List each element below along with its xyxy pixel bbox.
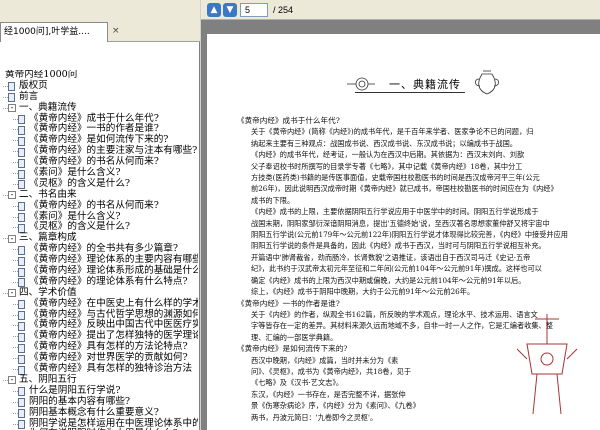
body-paragraph: 《内经》的成书年代，经考证，一般认为在西汉中后期。其依据为：西汉末刘向、刘歆	[251, 150, 525, 160]
body-paragraph: 《内经》成书的上限，主要依据阴阳五行学说应用于中医学中的时间。阴阳五行学说形成于	[251, 207, 539, 217]
page-icon	[18, 158, 25, 168]
page-icon	[18, 136, 25, 146]
collapse-toggle-icon[interactable]: -	[8, 234, 16, 243]
body-paragraph: 确定《内经》成书的上限为西汉中期或偏晚，大约是公元前104年～公元前91年以后。	[251, 275, 526, 285]
collapse-toggle-icon[interactable]: -	[8, 191, 16, 200]
page-icon	[18, 343, 25, 353]
body-paragraph: 纪》，此书约于汉武帝太初元年至征和二年间(公元前104年～公元前91年)撰成。这…	[251, 264, 542, 274]
page-icon	[18, 300, 25, 310]
bookmark-label: 《黄帝内经》的书名从何而来?	[29, 199, 159, 211]
bookmark-pane: 经1000问],叶学益.... × 黄帝内经1000问 版权页 前言 - 一、典籍流传《…	[0, 0, 200, 430]
bookmark-label: 《黄帝内经》在中医史上有什么样的学术	[29, 297, 198, 309]
page-icon	[18, 409, 25, 419]
arrow-up-icon[interactable]: ▲	[207, 3, 221, 17]
page-icon	[18, 147, 25, 157]
document-viewer[interactable]: 一、典籍流传 《黄帝内经》成书于什么年代? 关于《黄帝内经》(简称《内经》)的成书…	[201, 20, 600, 430]
bookmark-label: 一、典籍流传	[19, 101, 77, 113]
page-icon	[18, 256, 25, 266]
body-paragraph: 开篇语中'肺肾裁省，劲而肠冷，长肾数貌'之语推证，该语出自于西汉司马迁《史记·五…	[251, 252, 531, 262]
body-paragraph: 战国末期，阴阳家邹衍深谙阴阳消息，提出'五德终始'说，至西汉著名思想家董仲舒又将…	[251, 218, 550, 228]
page-icon	[8, 93, 15, 103]
section-banner-ornament	[347, 70, 500, 95]
page-icon	[18, 311, 25, 321]
page-icon	[8, 82, 15, 92]
page-icon	[18, 125, 25, 135]
bookmark-item[interactable]: 《黄帝内经》的书名从何而来?	[0, 199, 198, 212]
page-icon	[18, 420, 25, 429]
body-paragraph: 纳起来主要有三种观点：战国成书说、西汉成书说、东汉成书说；以编成书于战国。	[251, 138, 517, 148]
bookmark-item[interactable]: 阴阳基本概念有什么重要意义?	[0, 406, 198, 419]
bookmark-label: 阴阳的基本内容有哪些?	[29, 395, 131, 407]
page-icon	[18, 202, 25, 212]
page-icon	[18, 115, 25, 125]
page-icon	[18, 267, 25, 277]
page-icon	[18, 213, 25, 223]
page-icon	[18, 321, 25, 331]
bookmark-item[interactable]: 阴阳的基本内容有哪些?	[0, 395, 198, 408]
bookmark-chapter[interactable]: - 一、典籍流传	[0, 101, 198, 114]
toolbar: ▲ ▼ 5 / 254	[201, 0, 600, 20]
section-title-underline	[355, 92, 465, 93]
tab-document[interactable]: 经1000问],叶学益....	[0, 22, 108, 42]
body-paragraph: 阴阳五行学说(公元前179年～公元前122年)阴阳五行学说才体现得比较完善，《内…	[251, 230, 568, 240]
body-paragraph: 前26年)，因此说明西汉成帝时期《黄帝内经》就已成书，帝国柱校勘医书的时间应在为…	[251, 184, 558, 194]
page-total: / 254	[273, 5, 294, 15]
body-paragraph: 关于《黄帝内经》(简称《内经》)的成书年代，是千百年来学者、医家争论不已的问题，…	[251, 127, 534, 137]
page-icon	[18, 387, 25, 397]
bookmark-item[interactable]: 《黄帝内经》在中医史上有什么样的学术	[0, 297, 198, 310]
collapse-toggle-icon[interactable]: -	[8, 376, 16, 385]
bookmark-label: 阴阳基本概念有什么重要意义?	[29, 406, 159, 418]
collapse-toggle-icon[interactable]: -	[8, 104, 16, 113]
document-page: 一、典籍流传 《黄帝内经》成书于什么年代? 关于《黄帝内经》(简称《内经》)的成书…	[207, 34, 600, 430]
tab-bar: 经1000问],叶学益.... ×	[0, 0, 200, 42]
body-paragraph: 综上，《内经》成书于阴阳中晚期，大约于公元前91年～公元前26年。	[251, 287, 475, 297]
page-icon	[18, 169, 25, 179]
bookmark-tree: 黄帝内经1000问 版权页 前言 - 一、典籍流传 《黄帝内经》成书于什么年代? 《黄帝内经…	[0, 70, 198, 430]
bronze-vessel-illustration	[516, 314, 578, 415]
page-icon	[18, 332, 25, 342]
body-paragraph: 方技类(医药类)书籍的是传医事面值，史载帝国柱校勘医书的时间是西汉成帝河平三年(…	[251, 173, 540, 183]
page-icon	[18, 354, 25, 364]
question-heading: 《黄帝内经》成书于什么年代?	[237, 116, 340, 125]
body-paragraph: 父子奉诏校书时所撰写的目录学专著《七略》，其中记载《黄帝内经》18卷，其中分工	[251, 161, 523, 171]
tab-close-icon[interactable]: ×	[112, 26, 120, 36]
page-icon	[18, 398, 25, 408]
body-paragraph: 阴阳五行学说的条件是具备的，因此《内经》成书于西汉，当时可与阴阳五行学说相互补充…	[251, 241, 546, 251]
arrow-down-icon[interactable]: ▼	[223, 3, 237, 17]
body-paragraph: 成书的下限。	[251, 195, 295, 205]
section-title: 一、典籍流传	[389, 78, 461, 91]
page-number-input[interactable]: 5	[240, 3, 268, 17]
collapse-toggle-icon[interactable]: -	[8, 289, 16, 298]
page-icon	[18, 245, 25, 255]
